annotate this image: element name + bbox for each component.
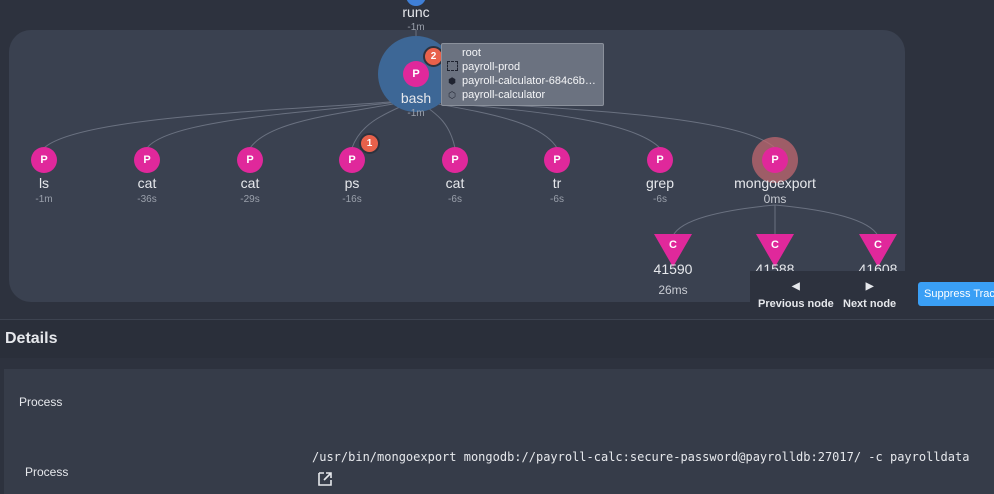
- child-node-label: ps: [344, 175, 360, 191]
- bash-node-time: -1m: [407, 108, 425, 119]
- container-icon: ⬡: [448, 89, 456, 100]
- next-node-button[interactable]: ▶ Next node: [843, 281, 896, 310]
- connection-node-letter: C: [669, 239, 677, 251]
- child-node-circle[interactable]: P: [647, 147, 673, 173]
- child-node-time: -1m: [35, 194, 53, 205]
- child-node-time: 0ms: [763, 192, 787, 206]
- tooltip-row-user: root: [462, 47, 481, 59]
- bash-node-circle[interactable]: P: [403, 61, 429, 87]
- child-node-circle[interactable]: P: [762, 147, 788, 173]
- child-node-circle[interactable]: P: [237, 147, 263, 173]
- bash-node-label: bash: [400, 90, 432, 106]
- child-node-label: cat: [445, 175, 465, 191]
- triangle-left-icon: ◀: [792, 281, 800, 292]
- triangle-right-icon: ▶: [865, 281, 874, 292]
- child-node-circle[interactable]: P: [442, 147, 468, 173]
- connection-node-letter: C: [771, 239, 779, 251]
- child-node-time: -36s: [137, 194, 157, 205]
- child-node-time: -6s: [448, 194, 462, 205]
- details-title: Details: [5, 330, 58, 347]
- child-node-label: cat: [137, 175, 157, 191]
- child-node-label: mongoexport: [734, 175, 816, 191]
- child-node-label: tr: [552, 175, 562, 191]
- suppress-trace-button[interactable]: Suppress Trace: [918, 282, 994, 306]
- details-header: Details: [0, 319, 994, 358]
- process-command-line: /usr/bin/mongoexport mongodb://payroll-c…: [312, 450, 970, 464]
- previous-node-label: Previous node: [758, 298, 834, 310]
- runc-node-label: runc: [402, 4, 430, 20]
- namespace-icon: [445, 61, 459, 73]
- child-node-time: -6s: [653, 194, 667, 205]
- child-node-circle[interactable]: P: [31, 147, 57, 173]
- connection-node-letter: C: [874, 239, 882, 251]
- pod-icon: ⬢: [448, 75, 456, 86]
- next-node-label: Next node: [843, 298, 897, 310]
- node-navigation-panel: ◀ Previous node ▶ Next node: [750, 271, 908, 318]
- tooltip-row-namespace: payroll-prod: [445, 61, 520, 73]
- process-row-label: Process: [25, 465, 69, 479]
- child-node-label: grep: [645, 175, 675, 191]
- tooltip-row-pod: ⬢ payroll-calculator-684c6b…: [445, 75, 596, 87]
- details-panel: [4, 369, 994, 494]
- child-node-time: -6s: [550, 194, 564, 205]
- child-node-circle[interactable]: P: [544, 147, 570, 173]
- child-node-time: -29s: [240, 194, 260, 205]
- previous-node-button[interactable]: ◀ Previous node: [758, 281, 834, 310]
- connection-node-time: 26ms: [658, 283, 688, 297]
- process-section-label: Process: [19, 395, 63, 409]
- child-node-label: cat: [240, 175, 260, 191]
- child-node-time: -16s: [342, 194, 362, 205]
- runc-node-time: -1m: [407, 22, 425, 33]
- process-graph[interactable]: runc -1m P 2 bash -1m root payroll-prod …: [0, 0, 994, 318]
- ps-alert-badge[interactable]: 1: [359, 133, 380, 154]
- connection-node-label: 41590: [653, 261, 693, 277]
- external-link-icon[interactable]: [316, 470, 334, 488]
- node-context-tooltip: root payroll-prod ⬢ payroll-calculator-6…: [441, 43, 604, 106]
- tooltip-row-container: ⬡ payroll-calculator: [445, 89, 545, 101]
- child-node-label: ls: [38, 175, 50, 191]
- child-node-circle[interactable]: P: [134, 147, 160, 173]
